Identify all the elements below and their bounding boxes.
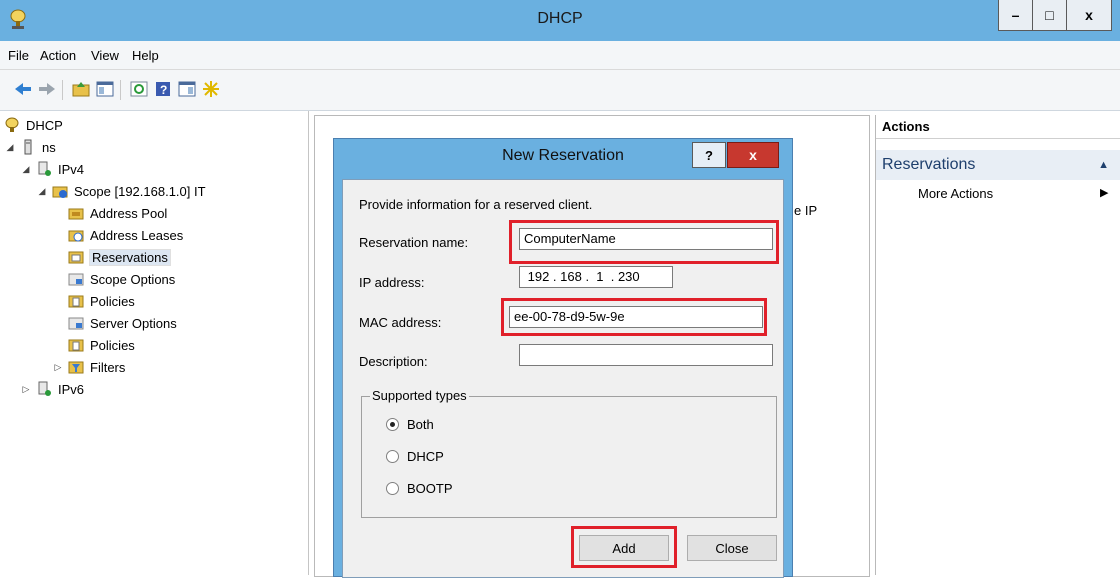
ip-address-label: IP address: bbox=[359, 275, 425, 290]
maximize-button[interactable]: □ bbox=[1032, 0, 1066, 30]
tree-node-ipv4[interactable]: ◢ IPv4 bbox=[20, 159, 84, 179]
svg-text:?: ? bbox=[160, 83, 167, 97]
expanded-icon[interactable]: ◢ bbox=[36, 186, 48, 197]
highlight-reservation-name bbox=[509, 220, 779, 264]
reservation-name-label: Reservation name: bbox=[359, 235, 469, 250]
actions-section-reservations[interactable]: Reservations ▲ bbox=[876, 150, 1120, 180]
highlight-add-button bbox=[571, 526, 677, 568]
tree-node-address-leases[interactable]: Address Leases bbox=[68, 225, 183, 245]
menu-bar: File Action View Help bbox=[0, 41, 1120, 70]
tree-node-filters[interactable]: ▷ Filters bbox=[52, 357, 126, 377]
background-text: e IP bbox=[794, 203, 818, 218]
expanded-icon[interactable]: ◢ bbox=[20, 164, 32, 175]
description-input[interactable] bbox=[519, 344, 773, 366]
show-hide-tree-icon[interactable] bbox=[94, 78, 116, 100]
ipv6-icon bbox=[36, 381, 52, 397]
address-pool-icon bbox=[68, 205, 84, 221]
dhcp-icon bbox=[4, 117, 20, 133]
collapse-up-icon[interactable]: ▲ bbox=[1098, 150, 1109, 180]
menu-view[interactable]: View bbox=[91, 48, 119, 63]
ipv4-icon bbox=[36, 161, 52, 177]
policies-icon bbox=[68, 293, 84, 309]
radio-unselected-icon bbox=[386, 450, 399, 463]
window-title: DHCP bbox=[537, 10, 583, 27]
actions-pane: Actions Reservations ▲ More Actions ▶ bbox=[875, 115, 1120, 575]
radio-unselected-icon bbox=[386, 482, 399, 495]
window-controls: – □ x bbox=[998, 0, 1112, 31]
dialog-help-button[interactable]: ? bbox=[692, 142, 726, 168]
policies-icon bbox=[68, 337, 84, 353]
minimize-button[interactable]: – bbox=[999, 0, 1032, 30]
highlight-mac-address bbox=[501, 298, 767, 336]
toolbar: ? bbox=[0, 70, 1120, 111]
tree-node-policies[interactable]: ▷ Policies bbox=[52, 335, 135, 355]
tree-node-reservations[interactable]: Reservations bbox=[68, 247, 171, 267]
more-actions-item[interactable]: More Actions bbox=[918, 186, 993, 201]
supported-types-group: Supported types Both DHCP BOOTP bbox=[361, 388, 777, 518]
up-folder-icon[interactable] bbox=[70, 78, 92, 100]
server-icon bbox=[20, 139, 36, 155]
scope-folder-icon bbox=[52, 183, 68, 199]
server-options-icon bbox=[68, 315, 84, 331]
expanded-icon[interactable]: ◢ bbox=[4, 142, 16, 153]
radio-both[interactable]: Both bbox=[386, 417, 434, 432]
back-arrow-icon[interactable] bbox=[12, 78, 34, 100]
collapsed-icon[interactable]: ▷ bbox=[20, 384, 32, 395]
close-window-button[interactable]: x bbox=[1066, 0, 1111, 30]
tree-node-server[interactable]: ◢ ns bbox=[4, 137, 56, 157]
tree-node-scope-options[interactable]: Scope Options bbox=[68, 269, 175, 289]
forward-arrow-icon[interactable] bbox=[36, 78, 58, 100]
menu-help[interactable]: Help bbox=[132, 48, 159, 63]
show-action-pane-icon[interactable] bbox=[176, 78, 198, 100]
tree-node-dhcp[interactable]: DHCP bbox=[4, 115, 63, 135]
tree-node-ipv6[interactable]: ▷ IPv6 bbox=[20, 379, 84, 399]
help-icon[interactable]: ? bbox=[152, 78, 174, 100]
reservations-icon bbox=[68, 249, 84, 265]
tree-node-address-pool[interactable]: Address Pool bbox=[68, 203, 167, 223]
supported-types-label: Supported types bbox=[370, 388, 469, 403]
collapsed-icon[interactable]: ▷ bbox=[52, 362, 64, 373]
scope-options-icon bbox=[68, 271, 84, 287]
filters-icon bbox=[68, 359, 84, 375]
intro-text: Provide information for a reserved clien… bbox=[359, 197, 593, 212]
radio-dhcp[interactable]: DHCP bbox=[386, 449, 444, 464]
actions-title: Actions bbox=[876, 115, 1120, 139]
dialog-body: Provide information for a reserved clien… bbox=[342, 179, 784, 578]
tree-node-scope-policies[interactable]: Policies bbox=[68, 291, 135, 311]
radio-bootp[interactable]: BOOTP bbox=[386, 481, 453, 496]
close-dialog-button[interactable]: Close bbox=[687, 535, 777, 561]
new-star-icon[interactable] bbox=[200, 78, 222, 100]
dialog-close-button[interactable]: x bbox=[727, 142, 779, 168]
submenu-arrow-icon: ▶ bbox=[1100, 187, 1109, 199]
tree-node-scope[interactable]: ◢ Scope [192.168.1.0] IT bbox=[36, 181, 206, 201]
tree-node-server-options[interactable]: ▷ Server Options bbox=[52, 313, 177, 333]
description-label: Description: bbox=[359, 354, 428, 369]
console-tree: DHCP ◢ ns ◢ IPv4 ◢ Scope [192.168.1.0] I… bbox=[0, 111, 309, 575]
refresh-icon[interactable] bbox=[128, 78, 150, 100]
radio-selected-icon bbox=[386, 418, 399, 431]
ip-address-input[interactable]: 192 . 168 . 1 . 230 bbox=[519, 266, 673, 288]
menu-file[interactable]: File bbox=[8, 48, 29, 63]
menu-action[interactable]: Action bbox=[40, 48, 76, 63]
address-leases-icon bbox=[68, 227, 84, 243]
mac-address-label: MAC address: bbox=[359, 315, 442, 330]
new-reservation-dialog: New Reservation ? x Provide information … bbox=[333, 138, 793, 578]
